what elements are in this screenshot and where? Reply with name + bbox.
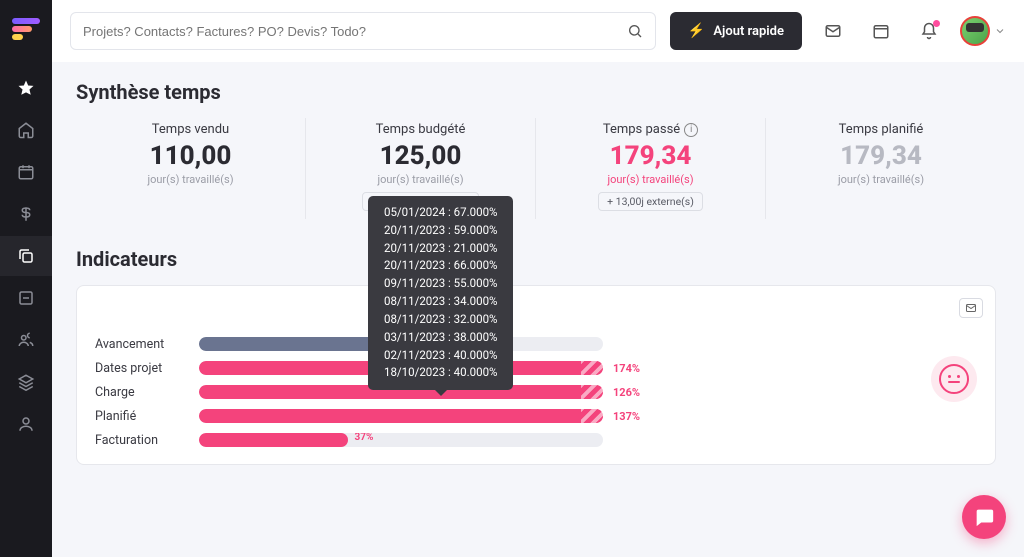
synth-value: 179,34	[546, 141, 755, 171]
synthese-grid: Temps vendu 110,00 jour(s) travaillé(s) …	[76, 118, 996, 219]
sidebar-item-billing[interactable]	[0, 194, 52, 234]
avancement-tooltip: 05/01/2024 : 67.000%20/11/2023 : 59.000%…	[368, 196, 513, 390]
quick-add-label: Ajout rapide	[713, 24, 784, 39]
indicateur-row: Dates projet 174%	[95, 356, 977, 380]
indicateur-row: Avancement67%	[95, 332, 977, 356]
synth-cell-vendu: Temps vendu 110,00 jour(s) travaillé(s)	[76, 118, 306, 219]
indicateurs-rows: Avancement67% Dates projet 174% Charge 126% P…	[95, 332, 977, 452]
mail-button[interactable]	[816, 14, 850, 48]
sidebar-item-documents[interactable]	[0, 236, 52, 276]
layers-icon	[17, 373, 35, 391]
star-icon	[17, 79, 35, 97]
synth-label: Temps planifié	[776, 122, 986, 137]
synth-value: 125,00	[316, 141, 525, 171]
dollar-icon	[17, 205, 35, 223]
calendar-icon	[17, 163, 35, 181]
bell-icon	[920, 22, 938, 40]
tooltip-body: 05/01/2024 : 67.000%20/11/2023 : 59.000%…	[384, 204, 497, 382]
calendar-button[interactable]	[864, 14, 898, 48]
sidebar-item-calendar[interactable]	[0, 152, 52, 192]
indicateur-bar-fill	[199, 409, 603, 423]
account-menu[interactable]	[960, 16, 1006, 46]
synth-cell-planifie: Temps planifié 179,34 jour(s) travaillé(…	[766, 118, 996, 219]
search-box[interactable]	[70, 12, 656, 50]
indicateur-bar	[199, 409, 603, 423]
home-icon	[17, 121, 35, 139]
sidebar-item-profile[interactable]	[0, 404, 52, 444]
synth-label: Temps vendu	[86, 122, 295, 137]
tooltip-row: 03/11/2023 : 38.000%	[384, 329, 497, 347]
tooltip-row: 02/11/2023 : 40.000%	[384, 347, 497, 365]
synth-cell-passe: Temps passé i 179,34 jour(s) travaillé(s…	[536, 118, 766, 219]
chat-fab[interactable]	[962, 495, 1006, 539]
synth-label: Temps passé i	[546, 122, 755, 137]
users-icon	[17, 331, 35, 349]
indicateur-row: Planifié 137%	[95, 404, 977, 428]
indicateur-row: Facturation 37%	[95, 428, 977, 452]
synth-sub: jour(s) travaillé(s)	[316, 173, 525, 186]
tooltip-row: 09/11/2023 : 55.000%	[384, 275, 497, 293]
notifications-button[interactable]	[912, 14, 946, 48]
section-title-synthese: Synthèse temps	[76, 80, 996, 104]
synth-value: 179,34	[776, 141, 986, 171]
chat-icon	[973, 506, 995, 528]
synth-label: Temps budgété	[316, 122, 525, 137]
synth-value: 110,00	[86, 141, 295, 171]
synth-sub: jour(s) travaillé(s)	[776, 173, 986, 186]
indicateurs-card: Avancement67% Dates projet 174% Charge 126% P…	[76, 285, 996, 465]
main-content: Synthèse temps Temps vendu 110,00 jour(s…	[52, 62, 1024, 557]
logo[interactable]	[12, 18, 40, 46]
sidebar-item-team[interactable]	[0, 320, 52, 360]
copy-icon	[17, 247, 35, 265]
indicateur-label: Planifié	[95, 409, 189, 424]
synth-chip: + 13,00j externe(s)	[598, 192, 703, 211]
calendar-icon	[872, 22, 890, 40]
search-input[interactable]	[83, 24, 627, 39]
bolt-icon: ⚡	[688, 23, 705, 39]
archive-icon	[17, 289, 35, 307]
tooltip-row: 08/11/2023 : 34.000%	[384, 293, 497, 311]
mail-icon	[964, 302, 978, 314]
avatar	[960, 16, 990, 46]
sidebar-item-archive[interactable]	[0, 278, 52, 318]
sidebar-item-favorites[interactable]	[0, 68, 52, 108]
synth-sub: jour(s) travaillé(s)	[86, 173, 295, 186]
indicateur-percent: 137%	[613, 410, 640, 423]
sidebar-item-layers[interactable]	[0, 362, 52, 402]
neutral-face-icon	[939, 364, 969, 394]
chevron-down-icon	[994, 25, 1006, 37]
synth-sub: jour(s) travaillé(s)	[546, 173, 755, 186]
search-icon	[627, 23, 643, 39]
tooltip-row: 20/11/2023 : 59.000%	[384, 222, 497, 240]
indicateur-bar-fill	[199, 433, 348, 447]
indicateur-bar: 37%	[199, 433, 603, 447]
indicateur-label: Charge	[95, 385, 189, 400]
indicateur-row: Charge 126%	[95, 380, 977, 404]
indicateur-percent: 174%	[613, 362, 640, 375]
indicateur-percent: 126%	[613, 386, 640, 399]
mail-icon	[824, 22, 842, 40]
user-icon	[17, 415, 35, 433]
send-report-button[interactable]	[959, 298, 983, 318]
indicateur-label: Facturation	[95, 433, 189, 448]
indicateur-label: Avancement	[95, 337, 189, 352]
indicateur-percent: 37%	[354, 433, 373, 443]
sidebar-item-home[interactable]	[0, 110, 52, 150]
mood-badge	[931, 356, 977, 402]
tooltip-row: 05/01/2024 : 67.000%	[384, 204, 497, 222]
topbar: ⚡ Ajout rapide	[52, 0, 1024, 62]
indicateur-label: Dates projet	[95, 361, 189, 376]
section-title-indicateurs: Indicateurs	[76, 247, 996, 271]
tooltip-row: 20/11/2023 : 66.000%	[384, 257, 497, 275]
quick-add-button[interactable]: ⚡ Ajout rapide	[670, 12, 802, 50]
sidebar	[0, 0, 52, 557]
info-icon[interactable]: i	[684, 123, 698, 137]
tooltip-row: 20/11/2023 : 21.000%	[384, 240, 497, 258]
tooltip-row: 18/10/2023 : 40.000%	[384, 364, 497, 382]
tooltip-row: 08/11/2023 : 32.000%	[384, 311, 497, 329]
